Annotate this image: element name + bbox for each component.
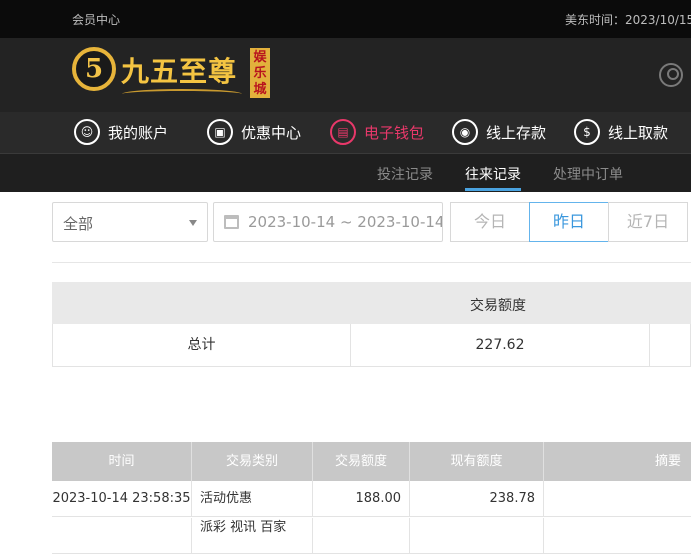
nav-online-deposit[interactable]: ◉ 线上存款: [452, 118, 546, 146]
user-circle-icon: ☺: [74, 119, 100, 145]
nav-e-wallet[interactable]: ▤ 电子钱包: [330, 118, 424, 146]
date-range-value: 2023-10-14 ~ 2023-10-14: [248, 213, 443, 231]
summary-total-value: 227.62: [351, 324, 650, 366]
nav-label: 线上取款: [608, 123, 669, 142]
cell-balance: 238.78: [410, 481, 544, 517]
user-avatar-icon[interactable]: [659, 63, 683, 87]
tab-bet-records[interactable]: 投注记录: [377, 164, 433, 184]
site-header: 5 九五至尊 娱乐城: [0, 38, 691, 112]
col-balance: 现有额度: [410, 442, 544, 481]
cell-summary: [544, 518, 691, 554]
cell-type: 派彩 视讯 百家: [192, 518, 313, 554]
logo-name[interactable]: 九五至尊: [121, 50, 237, 90]
last-7-days-button[interactable]: 近7日: [608, 202, 688, 242]
cell-balance: [410, 518, 544, 554]
deposit-icon: ◉: [452, 119, 478, 145]
tab-pending-orders[interactable]: 处理中订单: [553, 164, 623, 184]
active-tab-underline: [465, 188, 521, 191]
divider: [52, 262, 691, 263]
cell-time: [52, 518, 192, 554]
summary-header-label: 交易额度: [470, 298, 526, 314]
wallet-icon: ▤: [330, 119, 356, 145]
chevron-down-icon: [189, 220, 197, 226]
eastern-time: 美东时间：2023/10/15: [565, 13, 691, 27]
main-nav: ☺ 我的账户 ▣ 优惠中心 ▤ 电子钱包 ◉ 线上存款 $ 线上取款: [0, 112, 691, 153]
logo-flourish: [122, 89, 242, 99]
sub-nav: 投注记录 往来记录 处理中订单: [0, 153, 691, 192]
nav-online-withdraw[interactable]: $ 线上取款: [574, 118, 668, 146]
summary-row: 总计 227.62: [52, 324, 691, 367]
col-time: 时间: [52, 442, 192, 481]
yesterday-button[interactable]: 昨日: [529, 202, 609, 242]
date-range-input[interactable]: 2023-10-14 ~ 2023-10-14: [213, 202, 443, 242]
col-summary: 摘要: [654, 454, 681, 469]
logo-tag: 娱乐城: [250, 48, 270, 98]
type-select[interactable]: 全部: [52, 202, 208, 242]
logo-mark[interactable]: 5: [72, 47, 116, 91]
nav-label: 优惠中心: [241, 123, 302, 142]
col-amount: 交易额度: [313, 442, 410, 481]
today-button[interactable]: 今日: [450, 202, 530, 242]
nav-label: 电子钱包: [364, 123, 425, 142]
table-row: 派彩 视讯 百家: [52, 518, 691, 554]
cell-summary: [544, 481, 691, 517]
withdraw-icon: $: [574, 119, 600, 145]
table-header: 时间 交易类别 交易额度 现有额度 摘要: [52, 442, 691, 481]
member-center-link[interactable]: 会员中心: [72, 11, 120, 28]
cell-amount: 188.00: [313, 481, 410, 517]
type-select-value: 全部: [63, 215, 94, 233]
table-row: 2023-10-14 23:58:35 活动优惠 188.00 238.78: [52, 481, 691, 517]
cell-time: 2023-10-14 23:58:35: [52, 481, 192, 517]
tab-transactions[interactable]: 往来记录: [465, 164, 521, 184]
calendar-icon: [224, 215, 239, 229]
summary-header: 交易额度: [52, 282, 691, 324]
nav-promotions[interactable]: ▣ 优惠中心: [207, 118, 301, 146]
col-type: 交易类别: [192, 442, 313, 481]
cell-type: 活动优惠: [192, 481, 313, 517]
gift-icon: ▣: [207, 119, 233, 145]
nav-label: 线上存款: [486, 123, 547, 142]
nav-my-account[interactable]: ☺ 我的账户: [74, 118, 168, 146]
cell-amount: [313, 518, 410, 554]
nav-label: 我的账户: [108, 123, 169, 142]
summary-total-label: 总计: [53, 324, 351, 366]
top-bar: 会员中心 美东时间：2023/10/15: [0, 0, 691, 38]
